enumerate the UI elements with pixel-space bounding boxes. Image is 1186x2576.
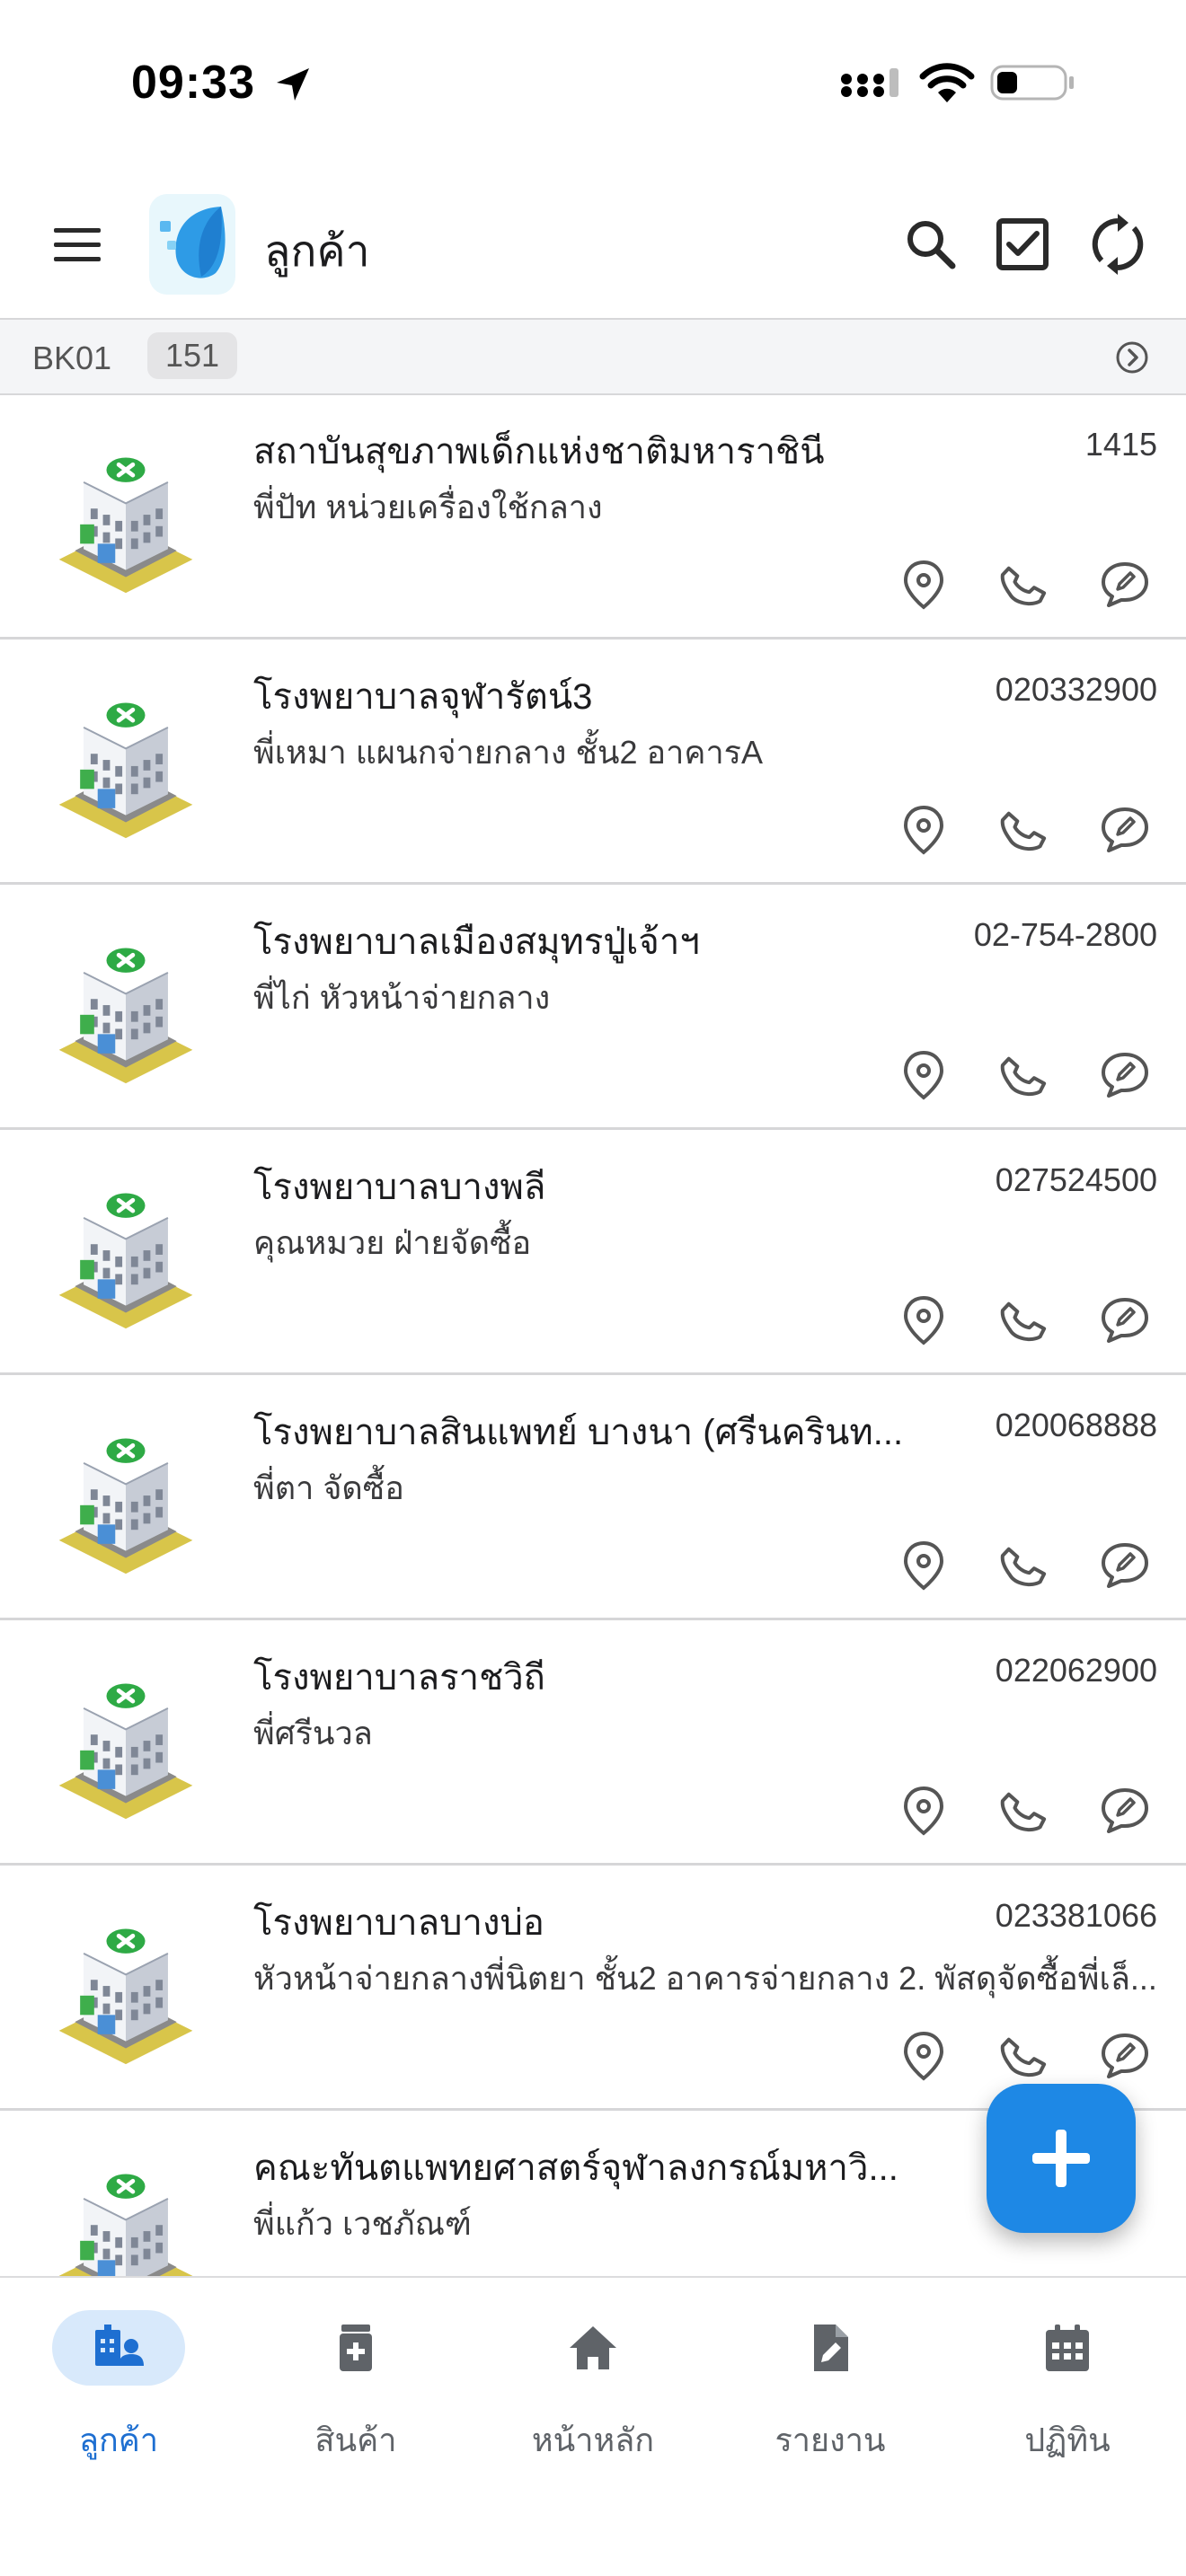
app-logo — [149, 194, 235, 295]
wifi-icon — [919, 63, 975, 102]
location-arrow-icon — [277, 68, 309, 101]
customer-phone: 023381066 — [995, 1897, 1157, 1934]
location-pin-icon[interactable] — [895, 1536, 952, 1593]
customer-contact: พี่ไก่ หัวหน้าจ่ายกลาง — [253, 979, 551, 1016]
status-bar: 09:33 — [0, 0, 1186, 171]
hospital-building-icon — [54, 438, 198, 596]
customer-contact: พี่ตา จัดซื้อ — [253, 1469, 404, 1506]
comment-edit-icon[interactable] — [1096, 2026, 1154, 2084]
customer-phone: 022062900 — [995, 1652, 1157, 1689]
nav-label: สินค้า — [314, 2422, 397, 2458]
customer-phone: 1415 — [1084, 426, 1157, 463]
cellular-signal-icon — [841, 68, 898, 97]
battery-icon — [990, 65, 1074, 101]
customer-phone: 020332900 — [995, 671, 1157, 708]
checkbox-icon[interactable] — [988, 210, 1057, 278]
customer-contact: พี่เหมา แผนกจ่ายกลาง ชั้น2 อาคารA — [253, 734, 764, 771]
report-icon — [814, 2325, 848, 2371]
phone-icon[interactable] — [996, 555, 1053, 613]
nav-reports[interactable]: รายงาน — [712, 2310, 949, 2490]
location-pin-icon[interactable] — [895, 555, 952, 613]
customer-card[interactable]: โรงพยาบาลเมืองสมุทรปู่เจ้าฯ 02-754-2800 … — [0, 886, 1186, 1130]
customers-icon — [95, 2325, 144, 2366]
comment-edit-icon[interactable] — [1096, 1781, 1154, 1839]
hospital-building-icon — [54, 1910, 198, 2068]
app-bar: ลูกค้า — [0, 171, 1186, 318]
bottom-navigation: ลูกค้า สินค้า หน้าหลัก รายงาน ปฏิทิน — [0, 2276, 1186, 2576]
comment-edit-icon[interactable] — [1096, 555, 1154, 613]
customer-name: โรงพยาบาลสินแพทย์ บางนา (ศรีนครินท... — [253, 1413, 904, 1452]
calendar-icon — [1046, 2325, 1089, 2371]
plus-icon — [1032, 2130, 1090, 2187]
nav-label: หน้าหลัก — [531, 2422, 655, 2458]
home-icon — [570, 2326, 616, 2369]
nav-home[interactable]: หน้าหลัก — [474, 2310, 712, 2490]
nav-products[interactable]: สินค้า — [237, 2310, 474, 2490]
location-pin-icon[interactable] — [895, 1045, 952, 1103]
hospital-building-icon — [54, 1664, 198, 1822]
phone-icon[interactable] — [996, 1291, 1053, 1348]
nav-calendar[interactable]: ปฏิทิน — [949, 2310, 1186, 2490]
customer-name: โรงพยาบาลบางพลี — [253, 1168, 546, 1207]
hospital-building-icon — [54, 1419, 198, 1577]
customer-contact: พี่ศรีนวล — [253, 1715, 373, 1751]
nav-label: ลูกค้า — [78, 2422, 159, 2458]
hospital-building-icon — [54, 1174, 198, 1332]
comment-edit-icon[interactable] — [1096, 1536, 1154, 1593]
route-code: BK01 — [32, 340, 112, 376]
hospital-building-icon — [54, 2155, 198, 2276]
customer-phone: 02-754-2800 — [973, 916, 1157, 953]
customer-card[interactable]: โรงพยาบาลสินแพทย์ บางนา (ศรีนครินท... 02… — [0, 1376, 1186, 1620]
menu-icon[interactable] — [45, 216, 110, 273]
customer-name: โรงพยาบาลเมืองสมุทรปู่เจ้าฯ — [253, 922, 700, 962]
location-pin-icon[interactable] — [895, 2026, 952, 2084]
phone-icon[interactable] — [996, 2026, 1053, 2084]
customer-contact: คุณหมวย ฝ่ายจัดซื้อ — [253, 1224, 532, 1261]
location-pin-icon[interactable] — [895, 1781, 952, 1839]
add-customer-button[interactable] — [987, 2084, 1136, 2233]
phone-icon[interactable] — [996, 1536, 1053, 1593]
customer-name: โรงพยาบาลจุฬารัตน์3 — [253, 677, 593, 717]
nav-customers[interactable]: ลูกค้า — [0, 2310, 237, 2490]
comment-edit-icon[interactable] — [1096, 1045, 1154, 1103]
comment-edit-icon[interactable] — [1096, 800, 1154, 858]
sync-icon[interactable] — [1084, 210, 1152, 278]
page-title: ลูกค้า — [264, 228, 370, 276]
customer-name: โรงพยาบาลบางบ่อ — [253, 1903, 544, 1943]
search-icon[interactable] — [897, 210, 965, 278]
customer-card[interactable]: โรงพยาบาลบางบ่อ 023381066 หัวหน้าจ่ายกลา… — [0, 1866, 1186, 2111]
customer-phone: 020068888 — [995, 1407, 1157, 1443]
hospital-building-icon — [54, 929, 198, 1087]
customer-name: โรงพยาบาลราชวิถี — [253, 1658, 545, 1698]
phone-icon[interactable] — [996, 1045, 1053, 1103]
route-bar[interactable]: BK01 151 — [0, 318, 1186, 395]
customer-name: คณะทันตแพทยศาสตร์จุฬาลงกรณ์มหาวิ... — [253, 2148, 898, 2188]
customer-contact: หัวหน้าจ่ายกลางพี่นิตยา ชั้น2 อาคารจ่ายก… — [253, 1960, 1157, 1997]
customer-card[interactable]: โรงพยาบาลบางพลี 027524500 คุณหมวย ฝ่ายจั… — [0, 1131, 1186, 1375]
phone-icon[interactable] — [996, 800, 1053, 858]
customer-phone: 027524500 — [995, 1161, 1157, 1198]
product-icon — [340, 2325, 372, 2371]
customer-contact: พี่ปัท หน่วยเครื่องใช้กลาง — [253, 489, 603, 525]
customer-card[interactable]: สถาบันสุขภาพเด็กแห่งชาติมหาราชินี 1415 พ… — [0, 395, 1186, 640]
customer-name: สถาบันสุขภาพเด็กแห่งชาติมหาราชินี — [253, 432, 825, 472]
customer-card[interactable]: โรงพยาบาลจุฬารัตน์3 020332900 พี่เหมา แผ… — [0, 640, 1186, 885]
location-pin-icon[interactable] — [895, 1291, 952, 1348]
nav-label: รายงาน — [774, 2422, 886, 2458]
location-pin-icon[interactable] — [895, 800, 952, 858]
phone-icon[interactable] — [996, 1781, 1053, 1839]
chevron-right-circle-icon[interactable] — [1114, 340, 1150, 375]
route-count-badge: 151 — [147, 332, 238, 379]
customer-card[interactable]: โรงพยาบาลราชวิถี 022062900 พี่ศรีนวล — [0, 1621, 1186, 1866]
comment-edit-icon[interactable] — [1096, 1291, 1154, 1348]
status-time: 09:33 — [131, 57, 255, 109]
nav-label: ปฏิทิน — [1024, 2422, 1111, 2458]
hospital-building-icon — [54, 684, 198, 842]
customer-list[interactable]: สถาบันสุขภาพเด็กแห่งชาติมหาราชินี 1415 พ… — [0, 395, 1186, 2276]
